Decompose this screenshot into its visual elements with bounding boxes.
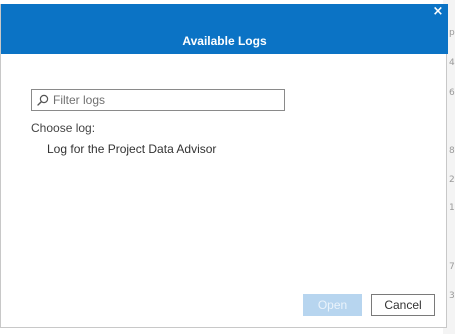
close-icon[interactable]: × — [431, 5, 445, 19]
cancel-button[interactable]: Cancel — [371, 294, 435, 316]
background-char: 1 — [449, 203, 455, 213]
background-char: 4 — [449, 58, 455, 68]
background-char: 8 — [449, 146, 455, 156]
background-char: 6 — [449, 88, 455, 98]
background-char: 3 — [449, 291, 455, 301]
search-icon — [37, 94, 49, 106]
screen: p 4 6 8 2 1 7 3 × Available Logs Choose … — [0, 0, 455, 334]
background-char: p — [449, 28, 455, 38]
filter-logs-input[interactable] — [53, 91, 281, 109]
background-char: 7 — [449, 262, 455, 272]
dialog-header: × Available Logs — [1, 4, 448, 54]
available-logs-dialog: × Available Logs Choose log: Log for the… — [0, 4, 448, 328]
dialog-title: Available Logs — [182, 34, 267, 48]
choose-log-label: Choose log: — [31, 121, 96, 135]
open-button[interactable]: Open — [303, 294, 362, 316]
background-char: 2 — [449, 175, 455, 185]
log-list-item[interactable]: Log for the Project Data Advisor — [47, 142, 216, 156]
filter-logs-field[interactable] — [31, 89, 285, 111]
